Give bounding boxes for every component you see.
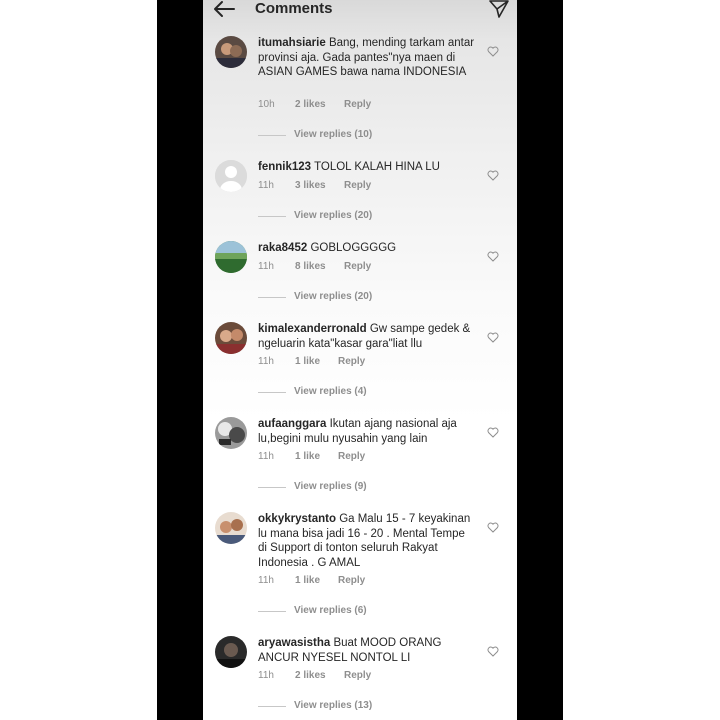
reply-button[interactable]: Reply: [344, 180, 371, 191]
avatar[interactable]: [215, 160, 247, 192]
reply-button[interactable]: Reply: [344, 261, 371, 272]
paper-plane-icon[interactable]: [489, 0, 509, 18]
replies-divider-line: [258, 706, 286, 707]
comment-text: itumahsiarie Bang, mending tarkam antar …: [258, 36, 476, 80]
heart-icon[interactable]: [487, 332, 499, 343]
view-replies-label: View replies (6): [294, 605, 367, 616]
phone-screen: Comments itumahsiarie Bang, mending tark…: [203, 0, 517, 720]
view-replies-label: View replies (20): [294, 291, 373, 302]
likes-count[interactable]: 1 like: [295, 451, 320, 462]
comment-text: okkykrystanto Ga Malu 15 - 7 keyakinan l…: [258, 512, 476, 570]
comment-username[interactable]: fennik123: [258, 161, 311, 173]
comment-text: fennik123 TOLOL KALAH HINA LU: [258, 160, 476, 175]
comment-text: aryawasistha Buat MOOD ORANG ANCUR NYESE…: [258, 636, 476, 665]
avatar[interactable]: [215, 512, 247, 544]
view-replies-label: View replies (20): [294, 210, 373, 221]
avatar[interactable]: [215, 241, 247, 273]
comment-content: TOLOL KALAH HINA LU: [314, 161, 440, 173]
avatar[interactable]: [215, 636, 247, 668]
reply-button[interactable]: Reply: [344, 670, 371, 681]
comment-username[interactable]: kimalexanderronald: [258, 323, 367, 335]
view-replies-label: View replies (9): [294, 481, 367, 492]
left-black-border: [157, 0, 203, 720]
replies-divider-line: [258, 487, 286, 488]
reply-button[interactable]: Reply: [338, 451, 365, 462]
likes-count[interactable]: 8 likes: [295, 261, 326, 272]
view-replies-label: View replies (10): [294, 129, 373, 140]
likes-count[interactable]: 1 like: [295, 575, 320, 586]
replies-divider-line: [258, 216, 286, 217]
replies-divider-line: [258, 135, 286, 136]
comment-username[interactable]: aufaanggara: [258, 418, 326, 430]
arrow-left-icon[interactable]: [213, 0, 235, 18]
replies-divider-line: [258, 392, 286, 393]
likes-count[interactable]: 1 like: [295, 356, 320, 367]
reply-button[interactable]: Reply: [338, 356, 365, 367]
view-replies-label: View replies (4): [294, 386, 367, 397]
comment-username[interactable]: okkykrystanto: [258, 513, 336, 525]
comment-content: GOBLOGGGGG: [310, 242, 397, 254]
heart-icon[interactable]: [487, 170, 499, 181]
comment-text: raka8452 GOBLOGGGGG: [258, 241, 476, 256]
comment-text: aufaanggara Ikutan ajang nasional aja lu…: [258, 417, 476, 446]
page-title: Comments: [255, 0, 333, 17]
view-replies-label: View replies (13): [294, 700, 373, 711]
heart-icon[interactable]: [487, 46, 499, 57]
heart-icon[interactable]: [487, 522, 499, 533]
avatar[interactable]: [215, 36, 247, 68]
comment-time: 11h: [258, 180, 274, 191]
comment-username[interactable]: raka8452: [258, 242, 307, 254]
comment-time: 11h: [258, 451, 274, 462]
likes-count[interactable]: 2 likes: [295, 670, 326, 681]
comment-time: 11h: [258, 575, 274, 586]
comment-time: 11h: [258, 356, 274, 367]
heart-icon[interactable]: [487, 427, 499, 438]
right-black-border: [517, 0, 563, 720]
likes-count[interactable]: 2 likes: [295, 99, 326, 110]
comment-time: 10h: [258, 99, 275, 110]
replies-divider-line: [258, 297, 286, 298]
reply-button[interactable]: Reply: [338, 575, 365, 586]
comment-username[interactable]: itumahsiarie: [258, 37, 326, 49]
heart-icon[interactable]: [487, 251, 499, 262]
comment-time: 11h: [258, 261, 274, 272]
replies-divider-line: [258, 611, 286, 612]
reply-button[interactable]: Reply: [344, 99, 371, 110]
comment-text: kimalexanderronald Gw sampe gedek & ngel…: [258, 322, 476, 351]
comment-time: 11h: [258, 670, 274, 681]
avatar[interactable]: [215, 417, 247, 449]
comments-header: Comments: [203, 0, 517, 22]
heart-icon[interactable]: [487, 646, 499, 657]
avatar[interactable]: [215, 322, 247, 354]
likes-count[interactable]: 3 likes: [295, 180, 326, 191]
comment-username[interactable]: aryawasistha: [258, 637, 330, 649]
